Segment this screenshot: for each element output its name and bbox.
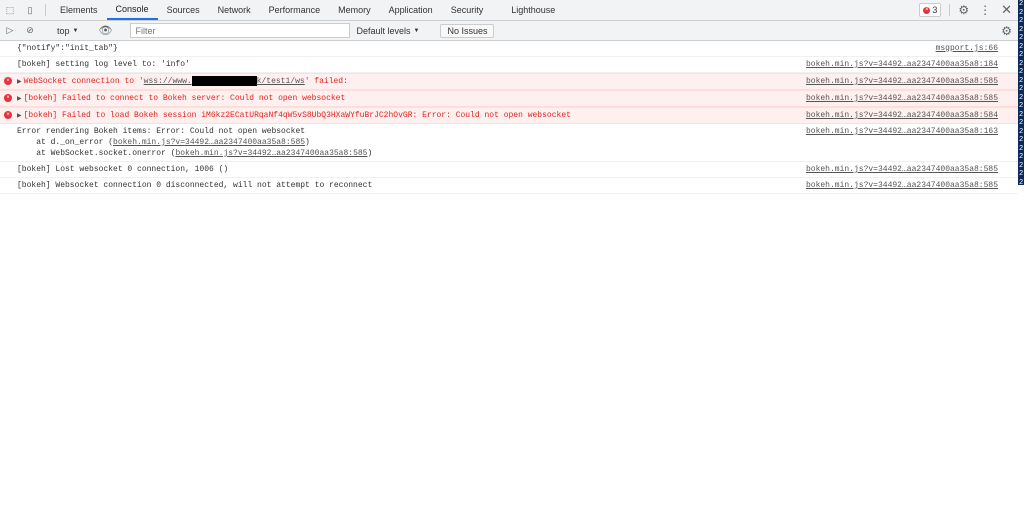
console-error[interactable]: × ▶ WebSocket connection to 'wss://www. k/t…	[0, 73, 1018, 90]
tab-application[interactable]: Application	[380, 0, 442, 20]
console-message: Error rendering Bokeh items: Error: Coul…	[0, 124, 1018, 162]
message-text: {"notify":"init_tab"}	[17, 44, 118, 53]
dropdown-arrow-icon: ▼	[72, 27, 79, 34]
dropdown-arrow-icon: ▼	[413, 27, 420, 34]
source-link[interactable]: bokeh.min.js?v=34492…aa2347400aa35a8:184	[806, 57, 998, 72]
divider	[949, 4, 951, 16]
expand-triangle-icon[interactable]: ▶	[17, 78, 22, 85]
message-text: ' failed:	[304, 77, 348, 86]
tab-sources[interactable]: Sources	[158, 0, 209, 20]
console-error[interactable]: × ▶ [bokeh] Failed to load Bokeh session i…	[0, 107, 1018, 124]
tab-network[interactable]: Network	[209, 0, 260, 20]
message-text: WebSocket connection to '	[23, 77, 144, 86]
source-link[interactable]: bokeh.min.js?v=34492…aa2347400aa35a8:585	[806, 162, 998, 177]
paren: )	[367, 149, 373, 158]
paren: )	[305, 138, 310, 147]
websocket-url-link[interactable]: wss://www. k/test1/ws	[143, 75, 305, 86]
error-icon: ×	[4, 111, 12, 119]
edge-text: 2 2 2 2 2 2 2 2 2 2 2 2 2 2 2 2 2 2 2 2 …	[1018, 0, 1024, 185]
tab-console[interactable]: Console	[106, 0, 158, 20]
source-link[interactable]: bokeh.min.js?v=34492…aa2347400aa35a8:585	[806, 178, 998, 193]
error-icon: ×	[4, 94, 12, 102]
levels-label: Default levels	[356, 25, 411, 36]
inspect-element-icon[interactable]: ⬚	[0, 0, 20, 20]
sidebar-toggle-icon[interactable]: ▷	[0, 25, 20, 36]
device-toolbar-icon[interactable]: ▯	[20, 0, 40, 20]
background-window-edge: 2 2 2 2 2 2 2 2 2 2 2 2 2 2 2 2 2 2 2 2 …	[1018, 0, 1024, 515]
source-link[interactable]: bokeh.min.js?v=34492…aa2347400aa35a8:163	[806, 126, 998, 137]
context-label: top	[57, 25, 70, 36]
tab-security[interactable]: Security	[442, 0, 493, 20]
close-icon[interactable]: ✕	[1001, 2, 1012, 18]
source-link[interactable]: bokeh.min.js?v=34492…aa2347400aa35a8:584	[806, 108, 998, 123]
console-settings-gear-icon[interactable]: ⚙	[1001, 24, 1018, 38]
source-link[interactable]: bokeh.min.js?v=34492…aa2347400aa35a8:585	[806, 74, 998, 89]
tab-lighthouse[interactable]: Lighthouse	[502, 0, 564, 20]
more-options-icon[interactable]: ⋮	[975, 3, 995, 17]
context-selector[interactable]: top ▼	[51, 26, 84, 36]
source-link[interactable]: msgport.js:66	[936, 41, 998, 56]
url-part: wss://www.	[143, 77, 192, 86]
error-icon: ×	[4, 77, 12, 85]
live-expression-eye-icon[interactable]: 👁	[95, 24, 115, 37]
console-toolbar: ▷ ⊘ top▼ 👁 Default levels▼ No Issues ⚙	[0, 21, 1018, 41]
clear-console-icon[interactable]: ⊘	[20, 25, 40, 36]
source-link[interactable]: bokeh.min.js?v=34492…aa2347400aa35a8:585	[806, 91, 998, 106]
console-message: {"notify":"init_tab"} msgport.js:66	[0, 41, 1018, 57]
stack-link[interactable]: bokeh.min.js?v=34492…aa2347400aa35a8:585	[175, 149, 367, 158]
error-count-badge[interactable]: × 3	[919, 3, 942, 17]
message-text: [bokeh] Lost websocket 0 connection, 100…	[17, 165, 229, 174]
settings-gear-icon[interactable]: ⚙	[958, 3, 969, 17]
stack-link[interactable]: bokeh.min.js?v=34492…aa2347400aa35a8:585	[113, 138, 305, 147]
tab-memory[interactable]: Memory	[329, 0, 380, 20]
divider	[45, 4, 46, 16]
tab-elements[interactable]: Elements	[51, 0, 107, 20]
stack-frame: at WebSocket.socket.onerror (	[17, 149, 176, 158]
devtools-tabbar: ⬚ ▯ Elements Console Sources Network Per…	[0, 0, 1018, 21]
tab-performance[interactable]: Performance	[260, 0, 330, 20]
stack-frame: at d._on_error (	[17, 138, 114, 147]
error-icon: ×	[923, 6, 931, 14]
console-log: {"notify":"init_tab"} msgport.js:66 [boke…	[0, 41, 1018, 194]
console-message: [bokeh] Lost websocket 0 connection, 100…	[0, 162, 1018, 178]
console-error[interactable]: × ▶ [bokeh] Failed to connect to Bokeh ser…	[0, 90, 1018, 107]
message-text: [bokeh] Websocket connection 0 disconnec…	[17, 181, 373, 190]
message-text: [bokeh] setting log level to: 'info'	[17, 60, 190, 69]
log-levels-dropdown[interactable]: Default levels ▼	[350, 26, 425, 36]
console-message: [bokeh] setting log level to: 'info' boke…	[0, 57, 1018, 73]
expand-triangle-icon[interactable]: ▶	[17, 95, 22, 102]
issues-button[interactable]: No Issues	[440, 23, 495, 38]
error-count: 3	[932, 5, 938, 15]
message-text: [bokeh] Failed to load Bokeh session iM6…	[23, 111, 571, 120]
console-message: [bokeh] Websocket connection 0 disconnec…	[0, 178, 1018, 194]
url-part: k/test1/ws	[256, 77, 305, 86]
message-text: [bokeh] Failed to connect to Bokeh serve…	[23, 94, 346, 103]
expand-triangle-icon[interactable]: ▶	[17, 112, 22, 119]
redacted-block	[191, 75, 257, 86]
filter-input[interactable]	[130, 23, 351, 38]
